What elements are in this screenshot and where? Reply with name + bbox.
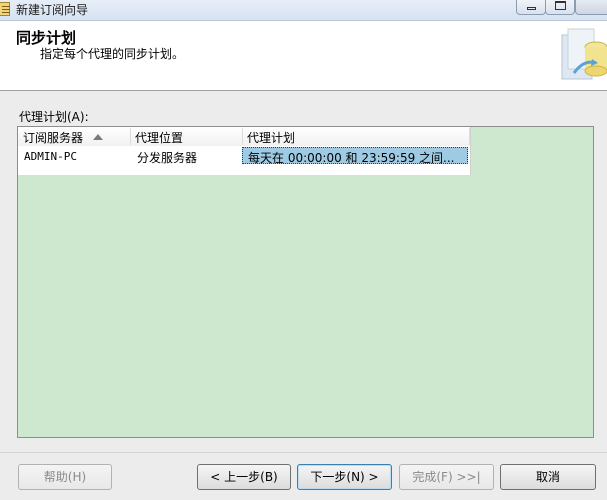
cancel-button[interactable]: 取消 xyxy=(500,464,596,490)
column-header-agent-schedule[interactable]: 代理计划 xyxy=(247,129,295,146)
grid-table: 订阅服务器 代理位置 代理计划 ADMIN-PC 分发服务器 每天在 00:00… xyxy=(18,127,471,175)
close-button[interactable] xyxy=(575,0,607,15)
agent-location-cell[interactable]: 分发服务器 xyxy=(137,149,197,166)
column-divider[interactable] xyxy=(469,128,470,145)
sync-database-graphic xyxy=(561,28,607,80)
agent-schedule-grid[interactable]: 订阅服务器 代理位置 代理计划 ADMIN-PC 分发服务器 每天在 00:00… xyxy=(17,126,594,438)
column-divider[interactable] xyxy=(242,128,243,145)
next-button[interactable]: 下一步(N) > xyxy=(297,464,392,490)
agent-schedule-cell[interactable]: 每天在 00:00:00 和 23:59:59 之间... xyxy=(242,147,468,165)
agent-schedule-text: 每天在 00:00:00 和 23:59:59 之间... xyxy=(248,151,455,165)
title-bar[interactable]: 新建订阅向导 xyxy=(0,0,607,21)
sort-ascending-icon xyxy=(93,134,103,140)
table-row[interactable]: ADMIN-PC 分发服务器 每天在 00:00:00 和 23:59:59 之… xyxy=(18,146,470,166)
page-subtitle: 指定每个代理的同步计划。 xyxy=(40,47,185,61)
column-divider[interactable] xyxy=(130,128,131,145)
minimize-icon xyxy=(527,7,536,10)
agent-schedule-label: 代理计划(A): xyxy=(19,110,89,124)
maximize-button[interactable] xyxy=(545,0,575,15)
footer-divider xyxy=(0,452,607,453)
window-title: 新建订阅向导 xyxy=(16,3,89,17)
grid-header: 订阅服务器 代理位置 代理计划 xyxy=(18,127,470,147)
wizard-content: 代理计划(A): 订阅服务器 代理位置 代理计划 ADMIN-PC 分发服务器 … xyxy=(0,91,607,500)
column-header-subscriber[interactable]: 订阅服务器 xyxy=(23,129,83,146)
column-header-agent-location[interactable]: 代理位置 xyxy=(135,129,183,146)
wizard-header: 同步计划 指定每个代理的同步计划。 xyxy=(0,21,607,91)
minimize-button[interactable] xyxy=(516,0,546,15)
help-button[interactable]: 帮助(H) xyxy=(18,464,112,490)
finish-button[interactable]: 完成(F) >>| xyxy=(399,464,494,490)
maximize-icon xyxy=(555,1,566,10)
subscriber-cell[interactable]: ADMIN-PC xyxy=(24,150,77,163)
wizard-icon xyxy=(0,2,10,16)
back-button[interactable]: < 上一步(B) xyxy=(197,464,291,490)
